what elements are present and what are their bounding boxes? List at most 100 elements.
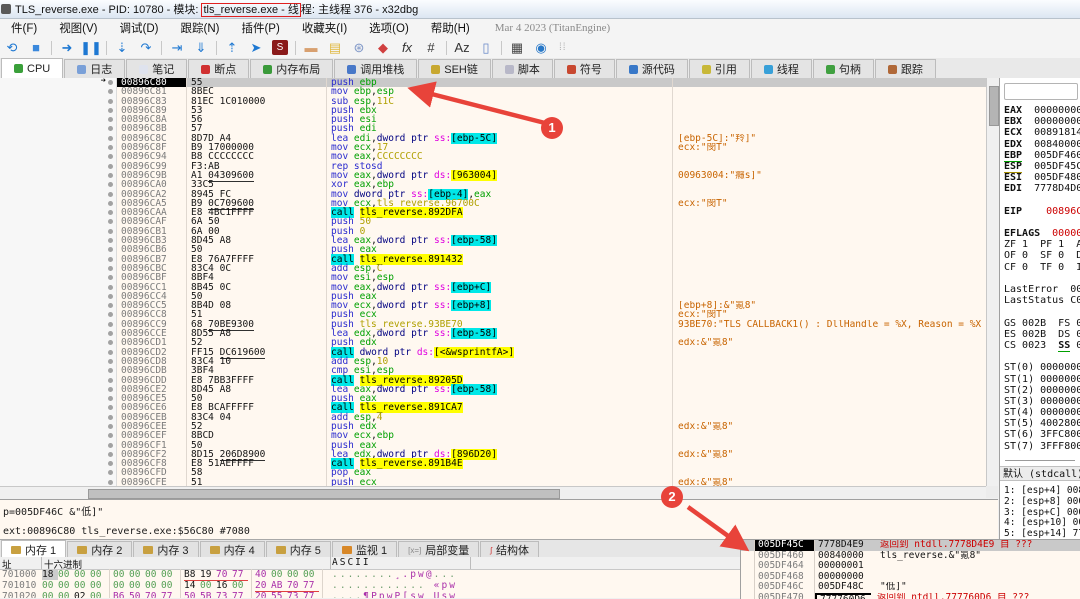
tab-notes[interactable]: 笔记 <box>126 59 188 78</box>
attach-icon[interactable]: ⊛ <box>347 39 371 57</box>
menu-item[interactable]: 收藏夹(I) <box>291 20 358 36</box>
tab-handles[interactable]: 句柄 <box>812 59 874 78</box>
dump-tab-watch[interactable]: 监视 1 <box>331 541 398 558</box>
menu-item[interactable]: 插件(P) <box>230 20 290 36</box>
step-into-icon[interactable]: ⇣ <box>110 39 134 57</box>
comment-icon[interactable]: ▤ <box>323 39 347 57</box>
dump-tab-memory-dump[interactable]: 内存 5 <box>265 541 331 558</box>
disassembly-pane[interactable]: ➔ 00896C80 55 push ebp 00896C81 8BEC mov ebp,e… <box>0 78 986 486</box>
instruction-comment <box>673 441 986 450</box>
dump-tab-memory-dump[interactable]: 内存 4 <box>199 541 265 558</box>
dump-row[interactable]: 701020 00 00 02 00 B6 50 70 77 50 5B 73 77 20 55 73 77..… <box>0 591 457 598</box>
fx-icon[interactable]: fx <box>395 39 419 57</box>
disasm-gutter <box>0 226 117 237</box>
dump-tab-memory-dump[interactable]: 内存 3 <box>133 541 199 558</box>
tab-source[interactable]: 源代码 <box>615 59 688 78</box>
step-out-icon[interactable]: ⇓ <box>189 39 213 57</box>
dump-row[interactable]: 701010 00 00 00 00 00 00 00 00 14 00 16 00 20 AB 70 77..… <box>0 580 457 592</box>
dump-row[interactable]: 701000 18 00 00 00 00 00 00 00 B8 19 70 77 40 00 00 00..… <box>0 569 457 581</box>
breakpoint-dot-icon <box>108 386 113 392</box>
disasm-row[interactable]: 00896CFE 51 push ecx edx:&"氪8" <box>0 477 986 486</box>
stack-comment <box>874 572 1080 583</box>
dump-tab-struct[interactable]: ʃ 结构体 <box>480 541 540 558</box>
disasm-gutter <box>0 384 117 395</box>
register-line: EAX 00000000 <box>1004 105 1080 116</box>
az-icon[interactable]: Az <box>450 39 474 57</box>
tab-label: 符号 <box>579 64 602 76</box>
disasm-gutter <box>0 282 117 292</box>
vscroll-thumb[interactable] <box>989 86 999 126</box>
disasm-gutter <box>0 366 117 376</box>
disasm-gutter <box>0 124 117 134</box>
instruction-bytes: 81EC 1C010000 <box>187 96 327 106</box>
stack-row[interactable]: 005DF470777760D6 返回到 ntdll.777760D6 自 ??? <box>741 592 1080 599</box>
instruction-comment <box>673 227 986 236</box>
step-over-icon[interactable]: ↷ <box>134 39 158 57</box>
calculator-icon[interactable]: ▦ <box>505 39 529 57</box>
menu-item[interactable]: 选项(O) <box>358 20 420 36</box>
dump-tab-memory-dump[interactable]: 内存 1 <box>1 540 67 558</box>
menu-item[interactable]: 调试(D) <box>109 20 170 36</box>
memory-dump-pane[interactable]: 址 十六进制 ASCII 701000 18 00 00 00 00 00 00 00 B8 19 7… <box>0 557 740 598</box>
eraser-icon[interactable]: ◆ <box>371 39 395 57</box>
tab-script[interactable]: 脚本 <box>491 59 553 78</box>
tab-seh-chain[interactable]: SEH链 <box>418 59 491 78</box>
phone-icon[interactable]: ▯ <box>474 39 498 57</box>
globe-icon[interactable]: ◉ <box>529 39 553 57</box>
patch-icon[interactable]: ▬ <box>299 39 323 57</box>
menu-item[interactable]: 跟踪(N) <box>170 20 231 36</box>
stop-icon[interactable]: ■ <box>24 39 48 57</box>
run-icon[interactable]: ➜ <box>55 39 79 57</box>
disasm-gutter <box>0 347 117 357</box>
tab-breakpoint[interactable]: 断点 <box>188 59 250 78</box>
instruction-comment <box>673 468 986 477</box>
disasm-horizontal-scrollbar[interactable] <box>0 486 986 499</box>
registers-pane[interactable]: EAX 00000000 EBX 00000000 ECX 00891814 EDX … <box>999 78 1080 539</box>
run-to-user-code-icon[interactable]: ➤ <box>244 39 268 57</box>
hscroll-thumb[interactable] <box>88 489 560 499</box>
instruction-comment: 93BE70:"TLS_CALLBACK1() : DllHandle = %X… <box>678 319 982 330</box>
tab-label: 源代码 <box>641 64 675 76</box>
dump-tab-locals[interactable]: [x=] 局部变量 <box>398 541 480 558</box>
stack-pane[interactable]: 005DF45C 7778D4E9 返回到 ntdll.7778D4E9 自 ???… <box>740 539 1080 599</box>
breakpoint-dot-icon <box>108 340 113 346</box>
stack-row[interactable]: 005DF45C 7778D4E9 返回到 ntdll.7778D4E9 自 ??? <box>741 540 1080 551</box>
disasm-gutter <box>0 412 117 422</box>
tab-label: 日志 <box>90 64 113 76</box>
instruction-comment <box>673 217 986 226</box>
tab-threads[interactable]: 线程 <box>750 59 812 78</box>
menu-item[interactable]: 件(F) <box>0 20 48 36</box>
menu-item[interactable]: 视图(V) <box>48 20 108 36</box>
dump-address: 701000 <box>2 569 37 580</box>
instruction-text: add esp,4 <box>327 412 673 422</box>
instruction-bytes: 8B4D 08 <box>187 301 327 311</box>
instruction-bytes: 51 <box>187 478 327 486</box>
seh-icon[interactable]: S <box>272 40 288 55</box>
restart-icon[interactable]: ⟲ <box>0 39 24 57</box>
instruction-bytes: 8D45 A8 <box>187 385 327 395</box>
tab-cpu[interactable]: CPU <box>1 58 64 78</box>
execute-till-return-icon[interactable]: ⇡ <box>220 39 244 57</box>
breakpoint-dot-icon <box>108 163 113 169</box>
hide-fpu-button[interactable] <box>1004 83 1078 100</box>
tab-call-stack[interactable]: 调用堆栈 <box>334 59 418 78</box>
tab-references[interactable]: 引用 <box>688 59 750 78</box>
breakpoint-dot-icon <box>108 228 113 234</box>
disasm-vertical-scrollbar[interactable] <box>986 78 999 486</box>
tab-trace[interactable]: 跟踪 <box>874 59 936 78</box>
hash-icon[interactable]: # <box>419 39 443 57</box>
run-to-cursor-icon[interactable]: ⇥ <box>165 39 189 57</box>
calling-convention-select[interactable]: 默认 (stdcall) <box>1000 466 1080 481</box>
dump-header-ascii: ASCII <box>332 557 371 568</box>
pause-icon[interactable]: ❚❚ <box>79 39 103 57</box>
stack-gutter <box>741 550 755 562</box>
byte-group: B8 19 70 77 <box>184 569 252 581</box>
tab-label: 句柄 <box>838 64 861 76</box>
menu-item[interactable]: 帮助(H) <box>420 20 481 36</box>
dump-tab-memory-dump[interactable]: 内存 2 <box>67 541 133 558</box>
menu-bar: 件(F) 视图(V) 调试(D) 跟踪(N) 插件(P) 收藏夹(I) 选项(O) 帮助(H)… <box>0 19 1080 37</box>
tab-log[interactable]: 日志 <box>64 59 126 78</box>
tab-symbols[interactable]: 符号 <box>553 59 615 78</box>
tab-memory-map[interactable]: 内存布局 <box>250 59 334 78</box>
byte-group: 40 00 00 00 <box>255 569 323 580</box>
